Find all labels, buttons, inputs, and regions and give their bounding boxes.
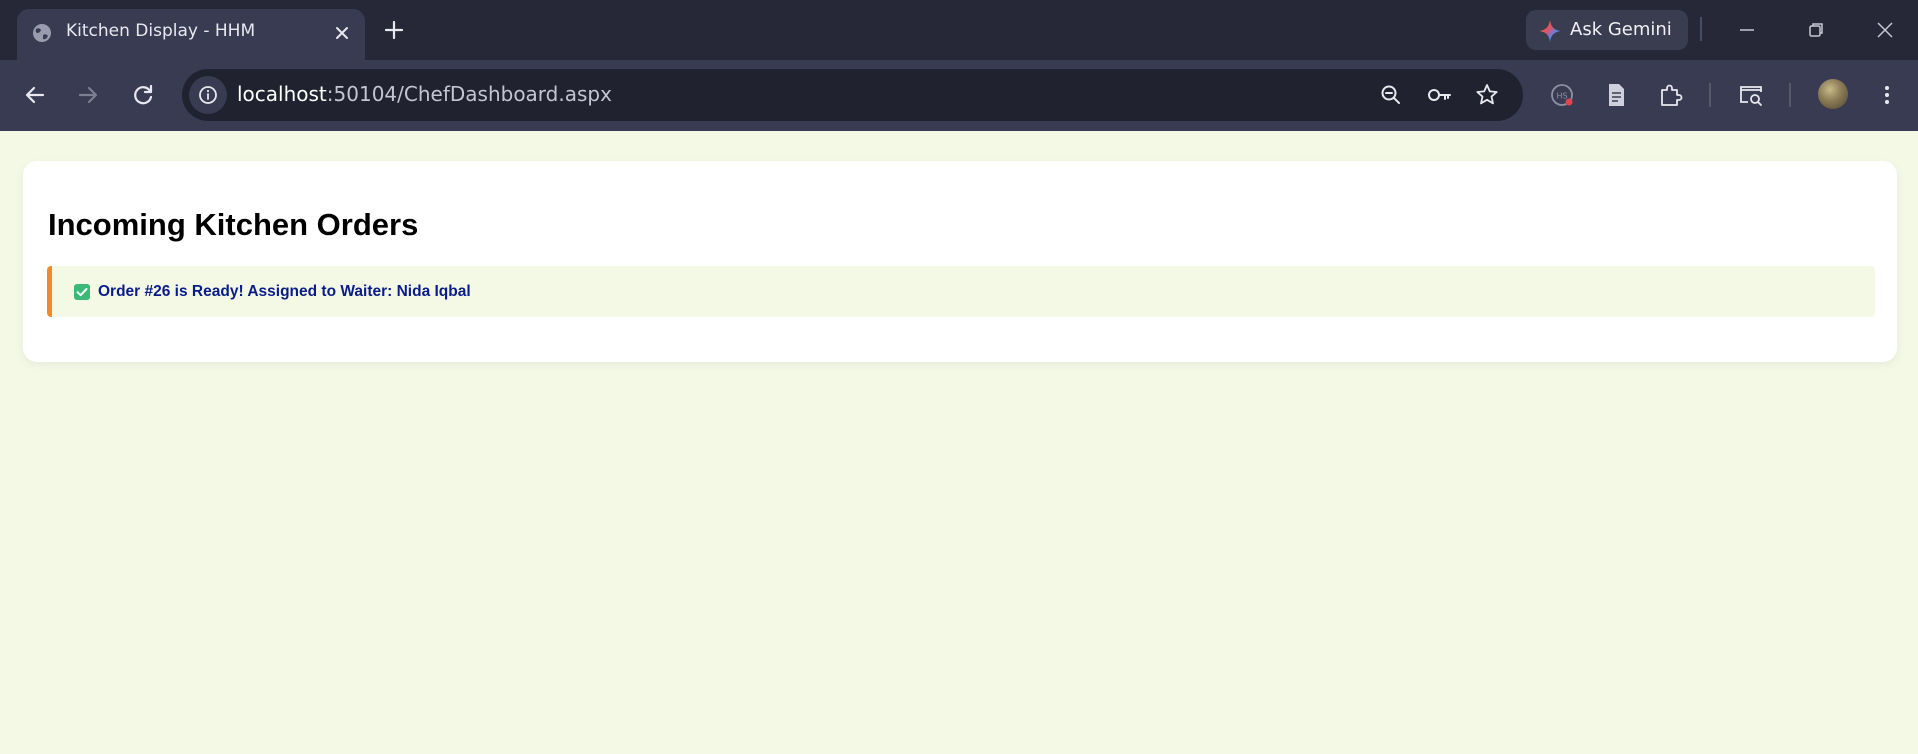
- tab-search-icon[interactable]: [1736, 80, 1766, 110]
- page-viewport: Incoming Kitchen Orders Order #26 is Rea…: [0, 131, 1918, 754]
- check-box-icon: [74, 284, 90, 300]
- kebab-menu-icon[interactable]: [1872, 80, 1902, 110]
- back-button[interactable]: [20, 80, 50, 110]
- ask-gemini-label: Ask Gemini: [1570, 19, 1672, 40]
- forward-button[interactable]: [73, 80, 103, 110]
- tab-title: Kitchen Display - HHM: [66, 21, 256, 41]
- browser-tab-active[interactable]: Kitchen Display - HHM: [17, 9, 365, 60]
- puzzle-icon[interactable]: [1656, 80, 1686, 110]
- profile-avatar[interactable]: [1818, 79, 1848, 109]
- window-close-icon[interactable]: [1871, 16, 1899, 44]
- orders-card: Incoming Kitchen Orders Order #26 is Rea…: [23, 161, 1897, 362]
- order-ready-notice: Order #26 is Ready! Assigned to Waiter: …: [47, 266, 1875, 317]
- site-info-button[interactable]: [189, 76, 227, 114]
- url-path: :50104/ChefDashboard.aspx: [326, 82, 612, 106]
- browser-titlebar: Kitchen Display - HHM Ask Gemini: [0, 0, 1918, 60]
- browser-toolbar: localhost:50104/ChefDashboard.aspx HS: [0, 60, 1918, 131]
- url-text[interactable]: localhost:50104/ChefDashboard.aspx: [237, 82, 612, 106]
- info-icon: [199, 86, 217, 104]
- toolbar-divider: [1709, 83, 1711, 107]
- new-tab-button[interactable]: [382, 18, 406, 42]
- extension-badge-icon[interactable]: HS: [1547, 80, 1577, 110]
- gemini-sparkle-icon: [1539, 20, 1561, 42]
- ask-gemini-button[interactable]: Ask Gemini: [1526, 10, 1688, 50]
- key-icon[interactable]: [1426, 82, 1452, 108]
- url-host: localhost: [237, 82, 327, 106]
- globe-icon: [33, 24, 51, 42]
- document-icon[interactable]: [1601, 80, 1631, 110]
- minimize-icon[interactable]: [1733, 16, 1761, 44]
- titlebar-divider: [1700, 17, 1702, 41]
- star-icon[interactable]: [1474, 82, 1500, 108]
- page-title: Incoming Kitchen Orders: [48, 207, 419, 242]
- reload-button[interactable]: [128, 80, 158, 110]
- toolbar-divider: [1789, 83, 1791, 107]
- zoom-out-icon[interactable]: [1378, 82, 1404, 108]
- restore-icon[interactable]: [1802, 16, 1830, 44]
- svg-text:HS: HS: [1556, 92, 1567, 101]
- order-ready-text: Order #26 is Ready! Assigned to Waiter: …: [98, 283, 471, 300]
- close-icon[interactable]: [331, 22, 353, 44]
- address-bar[interactable]: localhost:50104/ChefDashboard.aspx: [182, 69, 1523, 121]
